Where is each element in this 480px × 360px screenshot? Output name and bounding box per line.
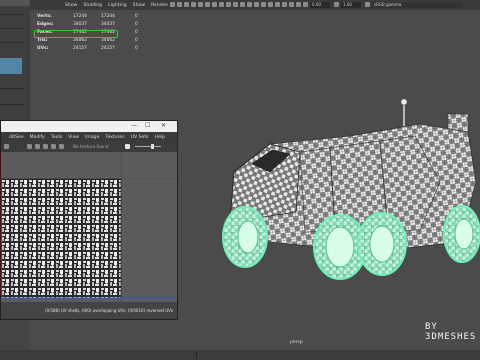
menu-show-2[interactable]: Show — [133, 3, 145, 8]
viewport-toolbar: 0.00 1.00 sRGB gamma — [168, 0, 480, 10]
outliner-divider — [0, 88, 24, 89]
uv-menu-item[interactable]: Textures — [105, 135, 124, 140]
uv-toggle-icon[interactable] — [125, 144, 130, 149]
hud-label: Edges: — [37, 22, 54, 27]
uv-editor-window[interactable]: — ☐ ✕ ditSee Modify Tools View Image Tex… — [0, 120, 178, 320]
texture-icon[interactable] — [198, 2, 203, 7]
light-icon[interactable] — [205, 2, 210, 7]
outliner-divider — [0, 104, 24, 105]
outliner-panel — [0, 0, 31, 128]
watermark: BY 3DMESHES — [425, 322, 477, 342]
hud-label: Verts: — [37, 14, 52, 19]
hud-value: 24157 — [73, 46, 87, 51]
gamma-field[interactable]: 1.00 — [341, 2, 361, 8]
smooth-shade-icon[interactable] — [191, 2, 196, 7]
uv-status-bar: (0/588) UV shells, (0/0) overlapping UVs… — [1, 302, 177, 319]
uv-menu-item[interactable]: Help — [155, 135, 165, 140]
uv-status-text: (0/588) UV shells, (0/0) overlapping UVs… — [45, 308, 173, 313]
gate-mask-icon[interactable] — [275, 2, 280, 7]
uv-checker-icon[interactable] — [59, 144, 64, 149]
field-chart-icon[interactable] — [282, 2, 287, 7]
uv-border-icon[interactable] — [51, 144, 56, 149]
menu-shading[interactable]: Shading — [83, 3, 102, 8]
vehicle-model[interactable] — [210, 92, 480, 282]
aa-icon[interactable] — [226, 2, 231, 7]
bottom-divider — [196, 352, 197, 358]
hud-value: 0 — [135, 30, 138, 35]
ao-icon[interactable] — [219, 2, 224, 7]
outliner-header — [0, 0, 30, 6]
bottom-status-bar — [0, 350, 480, 360]
safe-action-icon[interactable] — [289, 2, 294, 7]
resolution-gate-icon[interactable] — [268, 2, 273, 7]
close-button[interactable]: ✕ — [161, 122, 166, 129]
hud-value: 34062 — [101, 38, 115, 43]
color-management-icon[interactable] — [365, 2, 370, 7]
grid-icon[interactable] — [177, 2, 182, 7]
isolate-icon[interactable] — [240, 2, 245, 7]
backface-icon[interactable] — [261, 2, 266, 7]
uv-canvas[interactable] — [1, 152, 177, 302]
hud-value: 0 — [135, 46, 138, 51]
uv-slider-track[interactable] — [135, 146, 161, 147]
color-space-dropdown[interactable]: sRGB gamma — [372, 2, 462, 8]
hud-value: 34062 — [73, 38, 87, 43]
hud-value: 24157 — [101, 46, 115, 51]
wireframe-icon[interactable] — [184, 2, 189, 7]
menu-show[interactable]: Show — [65, 3, 77, 8]
hud-value: 34037 — [101, 22, 115, 27]
antenna-tip — [400, 98, 408, 106]
uv-menu-item[interactable]: UV Sets — [131, 135, 149, 140]
uv-shells — [1, 178, 122, 299]
gamma-icon[interactable] — [334, 2, 339, 7]
menu-lighting[interactable]: Lighting — [108, 3, 127, 8]
uv-menu-item[interactable]: Tools — [51, 135, 62, 140]
minimize-button[interactable]: — — [131, 122, 137, 129]
hud-value: 0 — [135, 22, 138, 27]
uv-menu-item[interactable]: Modify — [30, 135, 45, 140]
hud-value: 0 — [135, 38, 138, 43]
uv-editor-titlebar[interactable]: — ☐ ✕ — [1, 121, 177, 132]
faces-highlight-box — [34, 30, 118, 38]
xray-icon[interactable] — [247, 2, 252, 7]
hud-label: Tris: — [37, 38, 48, 43]
maximize-button[interactable]: ☐ — [145, 122, 150, 129]
texture-dropdown[interactable]: No texture found — [73, 144, 108, 149]
outliner-selected-item[interactable] — [0, 58, 22, 74]
outliner-divider — [0, 42, 24, 43]
outliner-divider — [0, 14, 24, 15]
shadow-icon[interactable] — [212, 2, 217, 7]
uv-snap-icon[interactable] — [4, 144, 9, 149]
hud-value: 17244 — [73, 14, 87, 19]
camera-icon[interactable] — [170, 2, 175, 7]
dof-icon[interactable] — [233, 2, 238, 7]
uv-menu-item[interactable]: Image — [85, 135, 99, 140]
hud-row-tris: Tris: 34062 34062 0 — [37, 38, 147, 46]
hud-label: UVs: — [37, 46, 49, 51]
hud-value: 17244 — [101, 14, 115, 19]
hud-row-edges: Edges: 34037 34037 0 — [37, 22, 147, 30]
exposure-field[interactable]: 0.00 — [310, 2, 330, 8]
camera-label: persp — [290, 340, 303, 345]
safe-title-icon[interactable] — [296, 2, 301, 7]
uv-slider-handle[interactable] — [151, 144, 154, 149]
wheel-front-left — [222, 206, 268, 268]
uv-distort-icon[interactable] — [43, 144, 48, 149]
hud-row-verts: Verts: 17244 17244 0 — [37, 14, 147, 22]
hud-row-uvs: UVs: 24157 24157 0 — [37, 46, 147, 54]
outliner-divider — [0, 28, 24, 29]
uv-layout — [1, 152, 177, 302]
hud-value: 0 — [135, 14, 138, 19]
hud-value: 34037 — [73, 22, 87, 27]
wheel-rear-right — [443, 205, 480, 263]
exposure-icon[interactable] — [303, 2, 308, 7]
uv-menu-item[interactable]: ditSee — [9, 135, 24, 140]
uv-grid-icon[interactable] — [27, 144, 32, 149]
wheel-rear-left — [357, 212, 407, 276]
uv-menu-item[interactable]: View — [68, 135, 79, 140]
xray-joints-icon[interactable] — [254, 2, 259, 7]
uv-shade-icon[interactable] — [35, 144, 40, 149]
uv-editor-menubar: ditSee Modify Tools View Image Textures … — [1, 132, 177, 142]
